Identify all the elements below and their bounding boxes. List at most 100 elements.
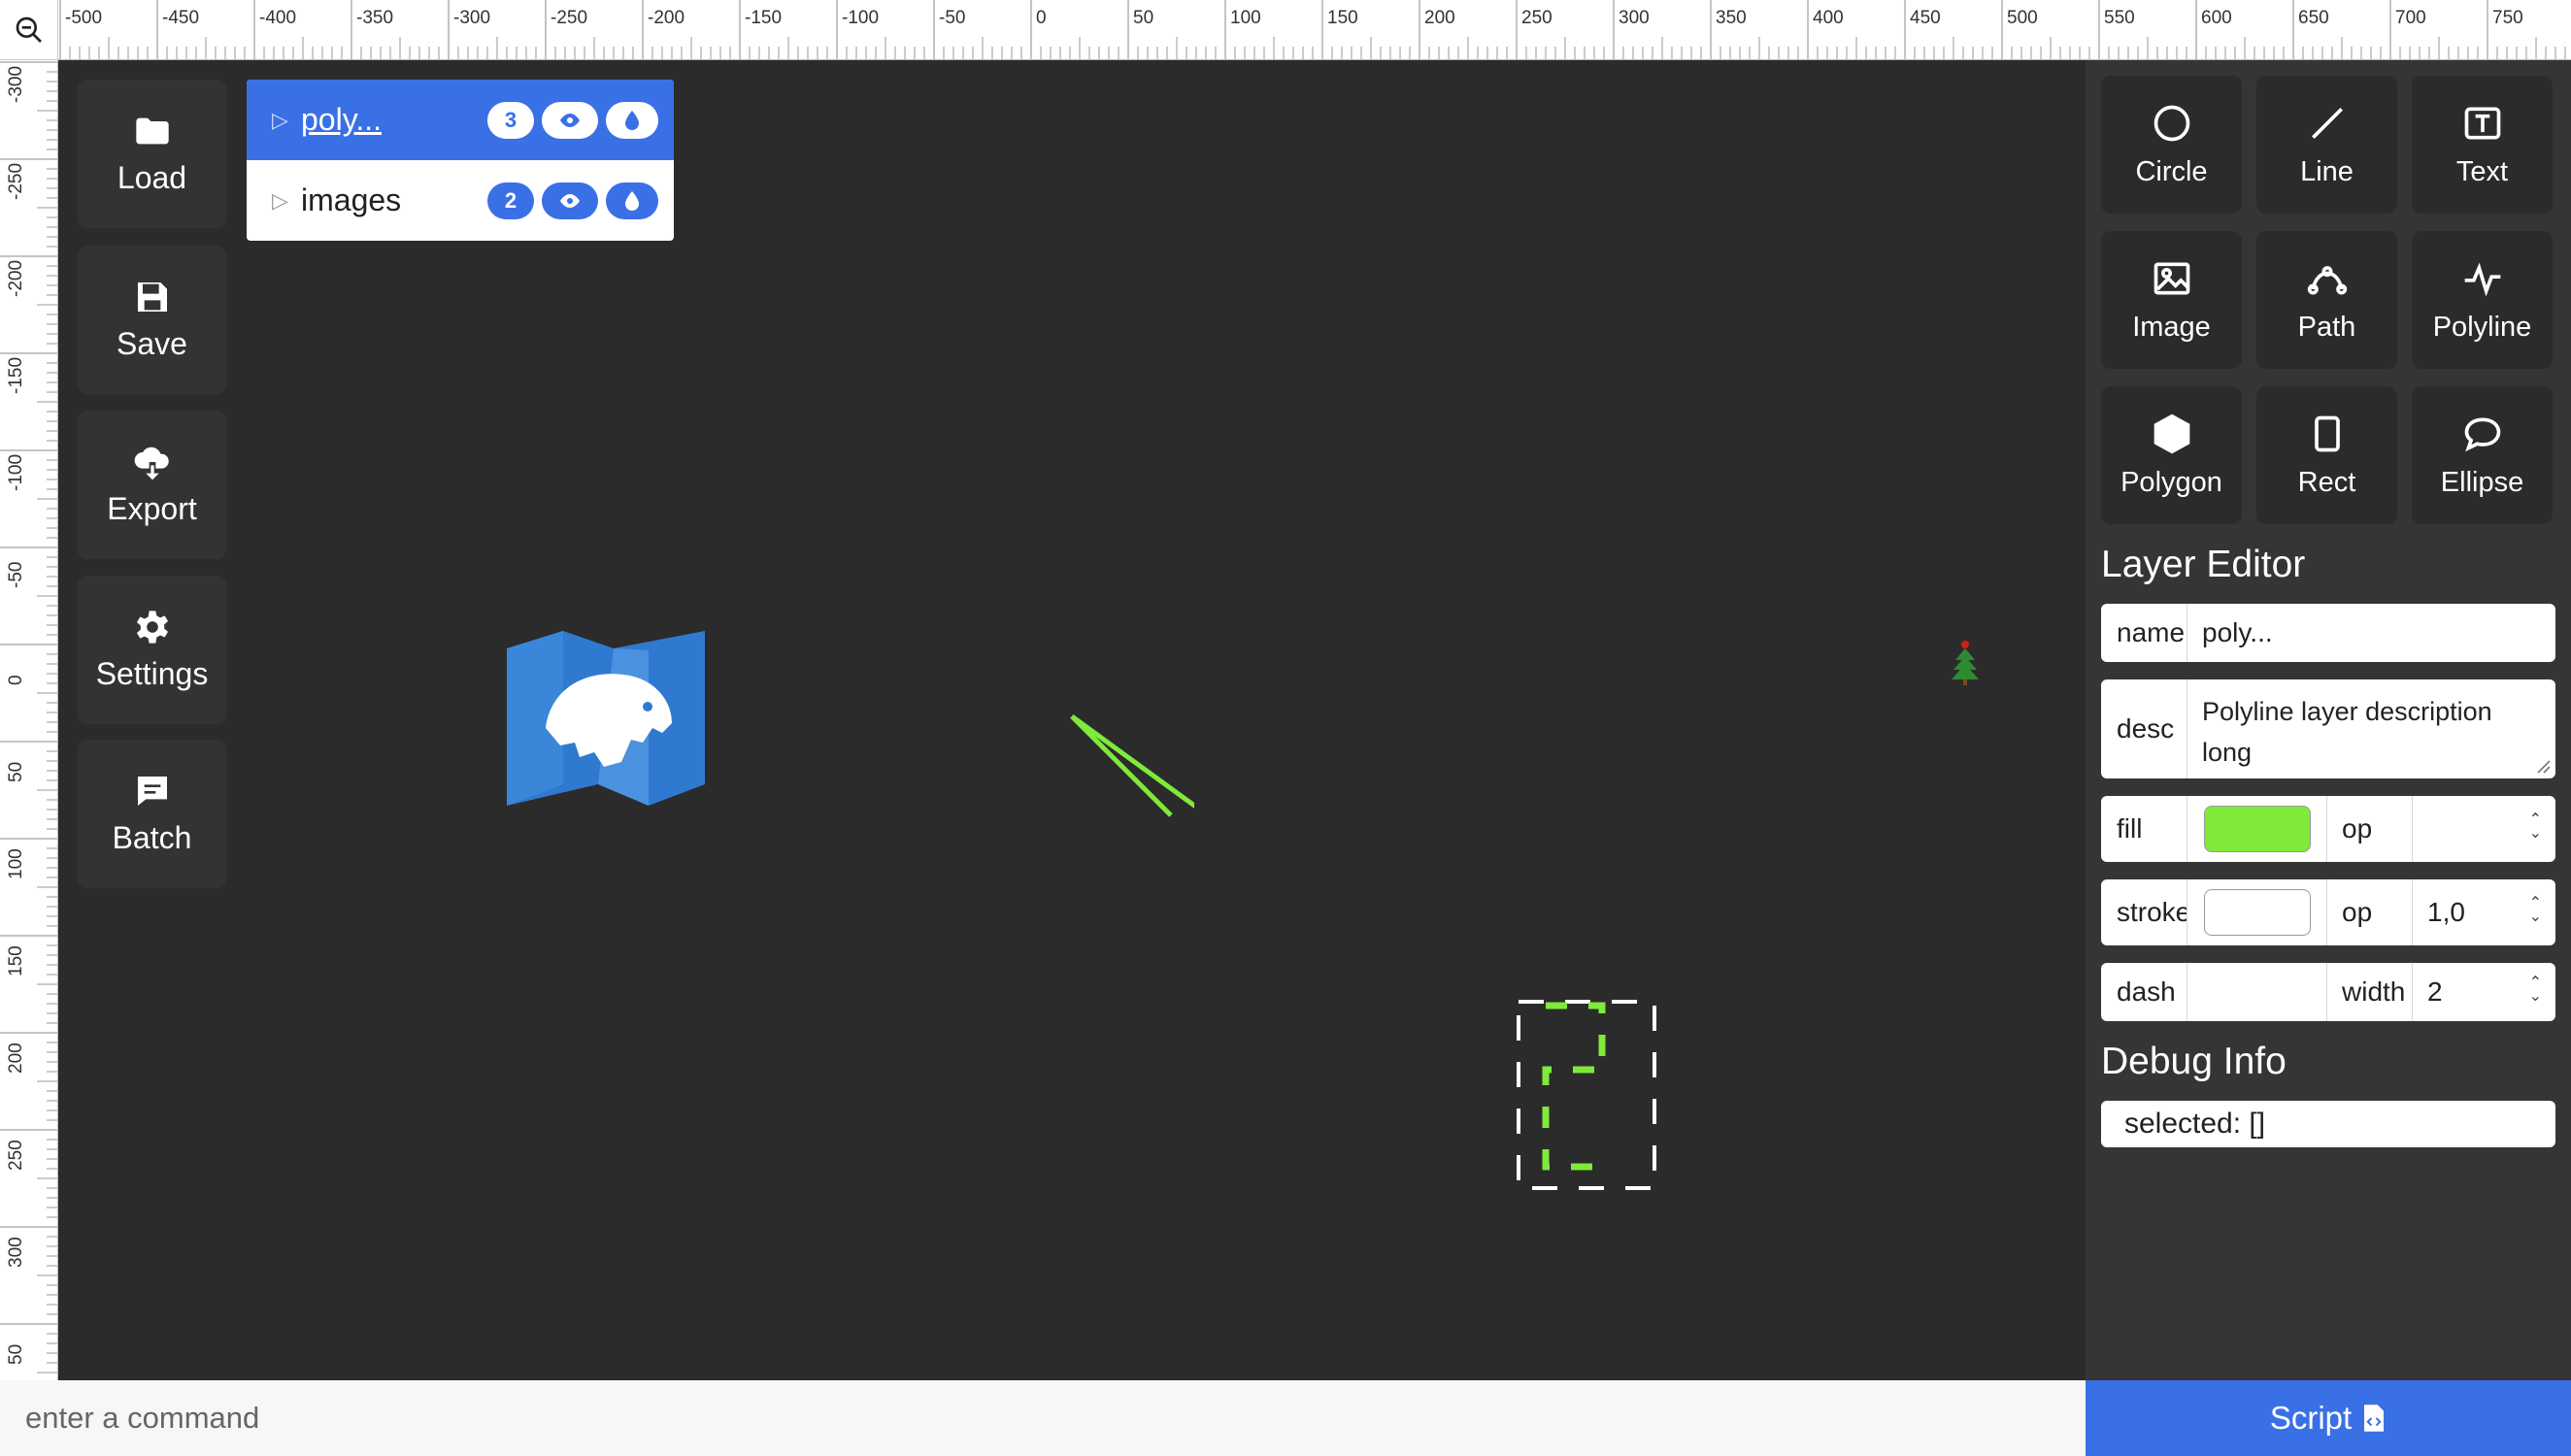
ruler-horizontal[interactable]: -500 -450 -400 -350 -300 -250 -200 -150 -100 -50 0… [58, 0, 2571, 60]
line-icon [2311, 107, 2343, 139]
tool-label: Path [2297, 311, 2356, 343]
fill-opacity-spinner[interactable]: ⌃ ⌄ [2529, 812, 2542, 842]
ruler-label: -250 [551, 8, 587, 28]
ruler-label: -450 [162, 8, 199, 28]
ruler-label: 300 [1619, 8, 1650, 28]
tool-rect[interactable]: Rect [2256, 386, 2397, 524]
load-label: Load [117, 160, 187, 195]
opacity-toggle[interactable] [606, 101, 658, 139]
ruler-label: 450 [1910, 8, 1941, 28]
ruler-label: 600 [2201, 8, 2232, 28]
bezier-path-icon [2307, 265, 2347, 294]
name-field-row: name poly... [2101, 604, 2555, 662]
batch-label: Batch [112, 820, 192, 855]
ruler-label: 500 [2007, 8, 2038, 28]
polyline-shape[interactable] [1456, 1000, 1728, 1194]
debug-selected-text: selected: [] [2124, 1108, 2266, 1140]
fill-field-row: fill op ⌃ ⌄ [2101, 796, 2555, 862]
image-icon [2154, 262, 2189, 294]
layer-count-badge: 3 [487, 101, 534, 139]
ruler-label: -300 [6, 66, 26, 103]
dash-label: dash [2117, 976, 2176, 1007]
ruler-label: -300 [453, 8, 490, 28]
polyline-icon [2464, 262, 2500, 297]
ruler-label: 250 [1521, 8, 1553, 28]
dash-field-row: dash width 2 ⌃ ⌄ [2101, 963, 2555, 1021]
stroke-color-picker[interactable] [2204, 889, 2311, 936]
tool-label: Ellipse [2440, 466, 2524, 498]
visibility-toggle[interactable] [542, 182, 598, 219]
tool-polygon[interactable]: Polygon [2101, 386, 2242, 524]
tool-label: Text [2455, 155, 2509, 187]
export-button[interactable]: Export [78, 411, 226, 559]
layer-row-poly[interactable]: ▷ poly... 3 [247, 80, 674, 160]
chat-bubble-icon [137, 777, 167, 806]
stroke-label: stroke [2117, 897, 2187, 927]
map-image[interactable] [507, 631, 705, 806]
expand-caret-icon[interactable]: ▷ [272, 188, 288, 214]
tool-ellipse[interactable]: Ellipse [2412, 386, 2553, 524]
save-button[interactable]: Save [78, 246, 226, 394]
rectangle-icon [2314, 415, 2340, 451]
script-label: Script [2269, 1400, 2353, 1436]
tool-image[interactable]: Image [2101, 231, 2242, 369]
layer-name[interactable]: images [301, 182, 401, 218]
ruler-label: -200 [6, 260, 26, 297]
tool-label: Image [2132, 311, 2211, 343]
resize-handle-icon[interactable] [2536, 759, 2552, 775]
gear-icon [136, 611, 168, 644]
debug-info-title: Debug Info [2101, 1041, 2287, 1082]
ruler-label: 200 [1424, 8, 1455, 28]
ruler-label: -150 [745, 8, 782, 28]
ruler-label: 700 [2395, 8, 2426, 28]
layer-row-images[interactable]: ▷ images 2 [247, 160, 674, 241]
command-bar [0, 1380, 2086, 1456]
ruler-label: 150 [6, 945, 26, 976]
debug-selected-box: selected: [] [2101, 1101, 2555, 1147]
ruler-label: 0 [6, 675, 26, 685]
command-input[interactable] [0, 1380, 2086, 1456]
tree-marker-icon[interactable] [1948, 639, 1983, 687]
ruler-label: -200 [648, 8, 684, 28]
script-button[interactable]: Script [2086, 1380, 2571, 1456]
settings-button[interactable]: Settings [78, 576, 226, 724]
ruler-vertical[interactable]: -300 -250 -200 -150 -100 -50 0 50 100 150 200 250 30… [0, 60, 58, 1380]
ruler-label: -100 [6, 454, 26, 491]
canvas[interactable] [58, 60, 2086, 1380]
desc-field-row: desc Polyline layer description long [2101, 679, 2555, 778]
load-button[interactable]: Load [78, 80, 226, 228]
tool-circle[interactable]: Circle [2101, 76, 2242, 214]
tool-polyline[interactable]: Polyline [2412, 231, 2553, 369]
ruler-label: 400 [1813, 8, 1844, 28]
zoom-out-button[interactable] [0, 0, 58, 60]
export-label: Export [107, 491, 197, 526]
tool-line[interactable]: Line [2256, 76, 2397, 214]
line-shape[interactable] [1068, 712, 1194, 819]
layer-name[interactable]: poly... [301, 102, 382, 138]
ruler-label: -350 [356, 8, 393, 28]
fill-label: fill [2117, 813, 2143, 844]
tool-label: Rect [2297, 466, 2356, 498]
tool-label: Line [2300, 155, 2354, 187]
visibility-toggle[interactable] [542, 101, 598, 139]
opacity-toggle[interactable] [606, 182, 658, 219]
circle-icon [2154, 105, 2189, 141]
stroke-opacity-spinner[interactable]: ⌃ ⌄ [2529, 896, 2542, 925]
name-input[interactable]: poly... [2187, 604, 2555, 662]
fill-color-picker[interactable] [2204, 806, 2311, 852]
tool-path[interactable]: Path [2256, 231, 2397, 369]
droplet-icon [625, 190, 639, 211]
tool-text[interactable]: Text [2412, 76, 2553, 214]
tool-label: Circle [2135, 155, 2208, 187]
batch-button[interactable]: Batch [78, 740, 226, 888]
expand-caret-icon[interactable]: ▷ [272, 108, 288, 133]
width-spinner[interactable]: ⌃ ⌄ [2529, 976, 2542, 1005]
layer-editor-title: Layer Editor [2101, 544, 2306, 585]
ruler-label: 250 [6, 1140, 26, 1171]
desc-textarea[interactable]: Polyline layer description long [2187, 679, 2546, 778]
ruler-label: 0 [1036, 8, 1047, 28]
dash-input[interactable] [2187, 963, 2326, 1021]
zoom-out-icon [16, 17, 42, 43]
save-label: Save [117, 326, 187, 361]
ruler-label: 200 [6, 1042, 26, 1074]
